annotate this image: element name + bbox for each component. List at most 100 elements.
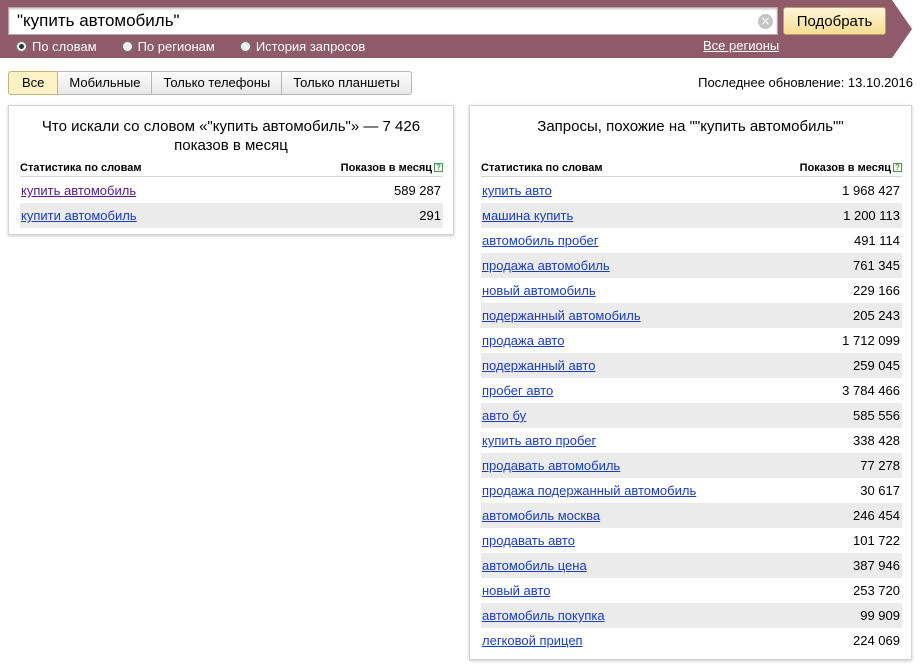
submit-button[interactable]: Подобрать — [783, 7, 886, 35]
phrase-link[interactable]: продажа подержанный автомобиль — [482, 483, 696, 498]
header-arrow — [892, 0, 912, 58]
table-row: автомобиль покупка 99 909 — [481, 603, 902, 628]
table-header: Статистика по словам Показов в месяц? — [481, 159, 902, 177]
table-row: автомобиль пробег 491 114 — [481, 228, 902, 253]
impressions-count: 491 114 — [853, 233, 900, 248]
device-filter-tabs: Все Мобильные Только телефоны Только пла… — [8, 71, 412, 95]
impressions-count: 30 617 — [860, 483, 900, 498]
table-row: подержанный автомобиль 205 243 — [481, 303, 902, 328]
tab-all[interactable]: Все — [8, 71, 59, 95]
panel-title: Что искали со словом «"купить автомобиль… — [41, 118, 421, 154]
impressions-count: 585 556 — [853, 408, 900, 423]
search-box: × — [8, 7, 778, 35]
impressions-count: 77 278 — [860, 458, 900, 473]
phrase-link[interactable]: новый автомобиль — [482, 283, 596, 298]
search-header: × Подобрать По словам По регионам Истори… — [0, 0, 921, 58]
help-icon[interactable]: ? — [893, 163, 902, 172]
table-row: автомобиль цена 387 946 — [481, 553, 902, 578]
phrase-link[interactable]: новый авто — [482, 583, 550, 598]
word-stats-panel: Что искали со словом «"купить автомобиль… — [8, 105, 454, 235]
help-icon[interactable]: ? — [434, 163, 443, 172]
table-row: авто бу 585 556 — [481, 403, 902, 428]
phrase-link[interactable]: купить автомобиль — [21, 183, 136, 198]
phrase-link[interactable]: пробег авто — [482, 383, 553, 398]
phrase-link[interactable]: автомобиль покупка — [482, 608, 605, 623]
column-count-header: Показов в месяц? — [800, 159, 902, 176]
table-row: машина купить 1 200 113 — [481, 203, 902, 228]
panel-title: Запросы, похожие на ""купить автомобиль"… — [537, 118, 844, 135]
table-row: легковой прицеп 224 069 — [481, 628, 902, 653]
column-count-header: Показов в месяц? — [341, 159, 443, 176]
column-phrase-header: Статистика по словам — [20, 162, 142, 174]
phrase-link[interactable]: продажа автомобиль — [482, 258, 610, 273]
table-row: подержанный авто 259 045 — [481, 353, 902, 378]
similar-queries-panel: Запросы, похожие на ""купить автомобиль"… — [469, 105, 912, 660]
phrase-link[interactable]: продавать авто — [482, 533, 575, 548]
mode-history[interactable]: История запросов — [239, 38, 366, 54]
table-row: продажа подержанный автомобиль 30 617 — [481, 478, 902, 503]
impressions-count: 253 720 — [853, 583, 900, 598]
table-row: продавать авто 101 722 — [481, 528, 902, 553]
impressions-count: 1 968 427 — [842, 183, 900, 198]
impressions-count: 229 166 — [853, 283, 900, 298]
impressions-count: 338 428 — [853, 433, 900, 448]
mode-label: История запросов — [255, 38, 366, 54]
search-input[interactable] — [9, 8, 749, 34]
phrase-link[interactable]: купить авто — [482, 183, 552, 198]
last-update-text: Последнее обновление: 13.10.2016 — [698, 75, 913, 90]
impressions-count: 99 909 — [860, 608, 900, 623]
clear-icon[interactable]: × — [758, 14, 773, 29]
phrase-link[interactable]: продажа авто — [482, 333, 564, 348]
mode-by-words[interactable]: По словам — [16, 39, 97, 54]
phrase-link[interactable]: автомобиль цена — [482, 558, 587, 573]
table-row: автомобиль москва 246 454 — [481, 503, 902, 528]
impressions-count: 761 345 — [853, 258, 900, 273]
mode-label: По словам — [32, 38, 97, 54]
phrase-link[interactable]: легковой прицеп — [482, 633, 583, 648]
phrase-link[interactable]: автомобиль пробег — [482, 233, 599, 248]
impressions-count: 589 287 — [394, 183, 441, 198]
radio-by-words[interactable] — [16, 40, 27, 52]
radio-by-regions[interactable] — [121, 40, 133, 52]
impressions-count: 3 784 466 — [842, 383, 900, 398]
table-row: купить авто 1 968 427 — [481, 178, 902, 203]
impressions-count: 101 722 — [853, 533, 900, 548]
mode-label: По регионам — [137, 38, 215, 54]
table-row: купить авто пробег 338 428 — [481, 428, 902, 453]
tab-phones-only[interactable]: Только телефоны — [152, 71, 283, 95]
phrase-link[interactable]: купити автомобиль — [21, 208, 137, 223]
all-regions-link[interactable]: Все регионы — [703, 38, 779, 53]
impressions-count: 1 200 113 — [843, 208, 900, 223]
tab-tablets-only[interactable]: Только планшеты — [282, 71, 412, 95]
impressions-count: 224 069 — [853, 633, 900, 648]
phrase-link[interactable]: продавать автомобиль — [482, 458, 620, 473]
impressions-count: 291 — [419, 208, 441, 223]
phrase-link[interactable]: авто бу — [482, 408, 526, 423]
column-phrase-header: Статистика по словам — [481, 162, 603, 174]
radio-history[interactable] — [239, 40, 251, 52]
tab-mobile[interactable]: Мобильные — [58, 71, 153, 95]
table-header: Статистика по словам Показов в месяц? — [20, 159, 443, 177]
table-row: продажа авто 1 712 099 — [481, 328, 902, 353]
phrase-link[interactable]: машина купить — [482, 208, 573, 223]
table-row: продажа автомобиль 761 345 — [481, 253, 902, 278]
impressions-count: 246 454 — [853, 508, 900, 523]
phrase-link[interactable]: автомобиль москва — [482, 508, 600, 523]
mode-by-regions[interactable]: По регионам — [121, 38, 215, 54]
phrase-link[interactable]: подержанный автомобиль — [482, 308, 641, 323]
impressions-count: 205 243 — [853, 308, 900, 323]
column-count-label: Показов в месяц — [340, 162, 432, 174]
table-row: продавать автомобиль 77 278 — [481, 453, 902, 478]
table-row: купить автомобиль 589 287 — [20, 178, 443, 203]
table-row: пробег авто 3 784 466 — [481, 378, 902, 403]
column-count-label: Показов в месяц — [799, 162, 891, 174]
table-body: купить авто 1 968 427 машина купить 1 200 1… — [481, 178, 902, 653]
phrase-link[interactable]: подержанный авто — [482, 358, 595, 373]
table-row: купити автомобиль 291 — [20, 203, 443, 228]
table-row: новый авто 253 720 — [481, 578, 902, 603]
table-row: новый автомобиль 229 166 — [481, 278, 902, 303]
impressions-count: 259 045 — [853, 358, 900, 373]
phrase-link[interactable]: купить авто пробег — [482, 433, 596, 448]
impressions-count: 387 946 — [853, 558, 900, 573]
impressions-count: 1 712 099 — [842, 333, 900, 348]
